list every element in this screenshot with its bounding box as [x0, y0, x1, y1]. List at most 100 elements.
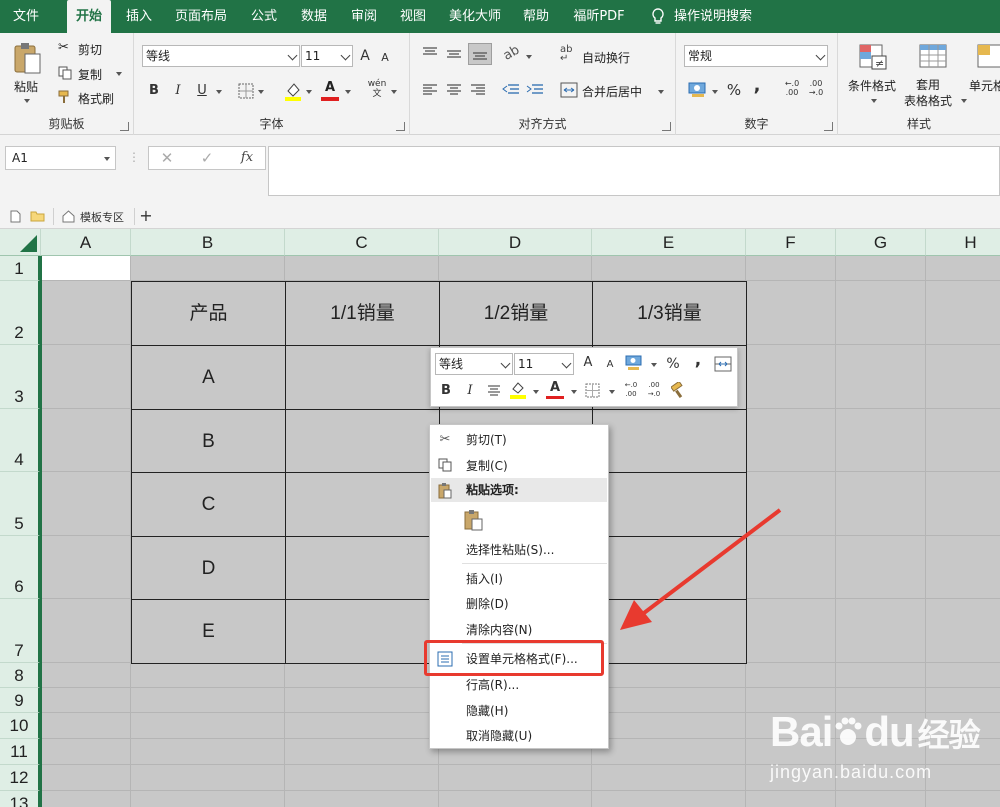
cell[interactable] — [285, 688, 439, 713]
column-header-a[interactable]: A — [41, 229, 131, 256]
cell[interactable] — [836, 409, 926, 472]
cell[interactable] — [926, 472, 1000, 536]
align-left-icon[interactable] — [422, 84, 438, 96]
row-header-7[interactable]: 7 — [0, 599, 40, 663]
bold-button[interactable]: B — [146, 82, 162, 100]
underline-button[interactable]: U — [194, 82, 210, 100]
tab-view[interactable]: 视图 — [393, 0, 433, 33]
paste-button[interactable]: 粘贴 — [14, 78, 38, 95]
cell[interactable] — [131, 765, 285, 791]
tab-formulas[interactable]: 公式 — [244, 0, 284, 33]
cell[interactable] — [41, 713, 131, 739]
copy-button[interactable]: 复制 — [78, 66, 102, 83]
cell[interactable] — [41, 472, 131, 536]
cell[interactable] — [836, 599, 926, 663]
cell[interactable] — [41, 409, 131, 472]
tab-beautify[interactable]: 美化大师 — [444, 0, 506, 33]
active-cell-a1[interactable] — [41, 256, 131, 281]
product-cell[interactable]: B — [131, 409, 286, 473]
cell[interactable] — [926, 663, 1000, 688]
fill-color-icon[interactable] — [284, 81, 302, 101]
decrease-decimal-button[interactable]: .00 →.0 — [806, 79, 826, 97]
row-header-2[interactable]: 2 — [0, 281, 40, 345]
align-middle-icon[interactable] — [446, 49, 462, 61]
mini-borders-icon[interactable] — [585, 383, 600, 398]
mini-align-center-icon[interactable] — [487, 385, 501, 397]
row-header-5[interactable]: 5 — [0, 472, 40, 536]
cell[interactable] — [592, 688, 746, 713]
cancel-icon[interactable]: ✕ — [159, 149, 175, 167]
row-header-8[interactable]: 8 — [0, 663, 40, 688]
tab-review[interactable]: 审阅 — [344, 0, 384, 33]
mini-shrink-font-button[interactable]: A — [603, 356, 617, 374]
increase-indent-icon[interactable] — [526, 83, 544, 97]
font-name-select[interactable]: 等线 — [142, 45, 300, 67]
cell[interactable] — [836, 472, 926, 536]
row-header-10[interactable]: 10 — [0, 713, 40, 739]
cell[interactable] — [131, 663, 285, 688]
table-header-cell[interactable]: 1/3销量 — [592, 281, 747, 346]
cell[interactable] — [131, 739, 285, 765]
cell[interactable] — [926, 536, 1000, 599]
cell[interactable] — [285, 739, 439, 765]
font-size-select[interactable]: 11 — [301, 45, 353, 67]
font-color-button[interactable]: A — [322, 79, 338, 97]
cell[interactable] — [131, 688, 285, 713]
align-bottom-icon[interactable] — [468, 43, 492, 65]
cell[interactable] — [746, 409, 836, 472]
menu-item-cut[interactable]: ✂ 剪切(T) — [431, 427, 607, 453]
menu-item-unhide[interactable]: 取消隐藏(U) — [431, 723, 607, 749]
cell[interactable] — [131, 713, 285, 739]
mini-format-painter-icon[interactable] — [670, 380, 687, 399]
mini-decrease-decimal-button[interactable]: .00 →.0 — [645, 381, 663, 399]
cell[interactable] — [836, 345, 926, 409]
sales-cell[interactable] — [592, 409, 747, 473]
product-cell[interactable]: E — [131, 599, 286, 664]
clipboard-launcher-icon[interactable] — [120, 122, 129, 131]
row-header-6[interactable]: 6 — [0, 536, 40, 599]
cut-button[interactable]: 剪切 — [78, 41, 102, 58]
cell[interactable] — [836, 281, 926, 345]
cell[interactable] — [41, 663, 131, 688]
cell[interactable] — [41, 765, 131, 791]
cell[interactable] — [41, 281, 131, 345]
new-doc-icon[interactable] — [10, 210, 21, 223]
sales-cell[interactable] — [285, 536, 440, 600]
cell[interactable] — [285, 663, 439, 688]
cell[interactable] — [746, 345, 836, 409]
accounting-format-icon[interactable] — [688, 81, 708, 99]
paste-icon[interactable] — [12, 41, 42, 75]
column-header-f[interactable]: F — [746, 229, 836, 256]
sales-cell[interactable] — [285, 345, 440, 410]
cell-styles-button[interactable]: 单元格 — [969, 77, 1000, 94]
cell[interactable] — [592, 663, 746, 688]
cell[interactable] — [41, 536, 131, 599]
column-header-c[interactable]: C — [285, 229, 439, 256]
cell[interactable] — [439, 256, 592, 281]
tab-page-layout[interactable]: 页面布局 — [168, 0, 234, 33]
grow-font-button[interactable]: A — [357, 47, 373, 65]
select-all-button[interactable] — [0, 229, 41, 256]
column-header-g[interactable]: G — [836, 229, 926, 256]
cell[interactable] — [285, 256, 439, 281]
mini-comma-button[interactable]: , — [693, 351, 703, 369]
template-tab[interactable]: 模板专区 — [80, 209, 124, 225]
shrink-font-button[interactable]: A — [377, 49, 393, 67]
cell[interactable] — [439, 791, 592, 807]
cell[interactable] — [746, 256, 836, 281]
name-box[interactable]: A1 — [5, 146, 116, 170]
product-cell[interactable]: D — [131, 536, 286, 600]
mini-font-size-select[interactable]: 11 — [514, 353, 574, 375]
mini-bold-button[interactable]: B — [439, 382, 453, 400]
cell[interactable] — [746, 663, 836, 688]
decrease-indent-icon[interactable] — [502, 83, 520, 97]
italic-button[interactable]: I — [170, 82, 186, 100]
cell[interactable] — [746, 281, 836, 345]
menu-item-hide[interactable]: 隐藏(H) — [431, 698, 607, 724]
cell[interactable] — [592, 739, 746, 765]
cell[interactable] — [836, 536, 926, 599]
column-header-h[interactable]: H — [926, 229, 1000, 256]
cell[interactable] — [592, 791, 746, 807]
row-header-9[interactable]: 9 — [0, 688, 40, 713]
mini-accounting-icon[interactable] — [625, 355, 643, 371]
